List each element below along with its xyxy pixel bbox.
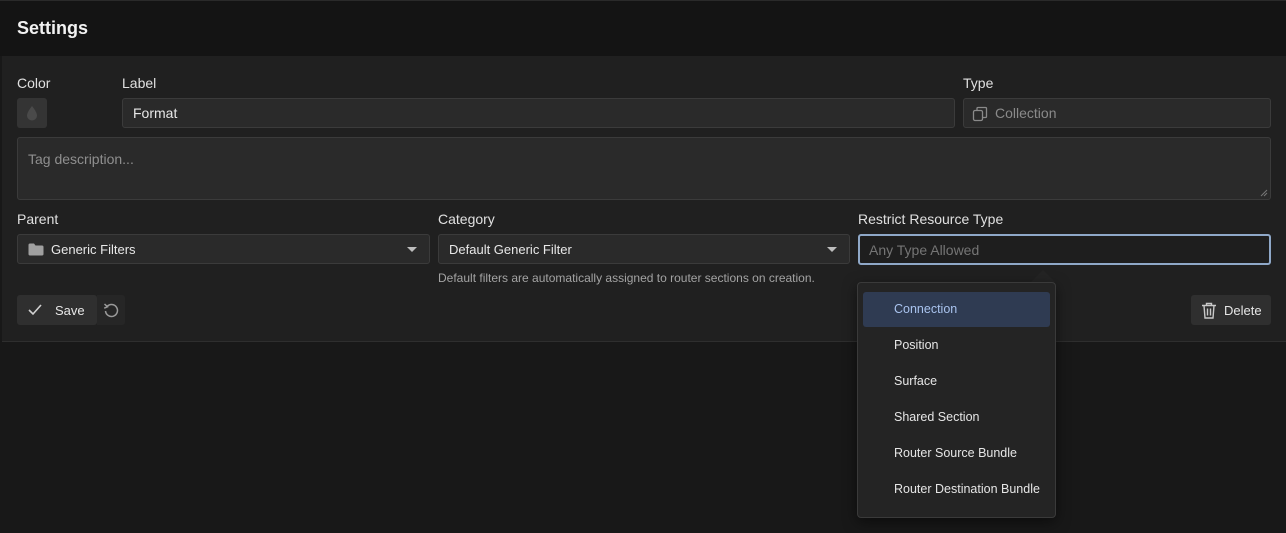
category-hint: Default filters are automatically assign… bbox=[438, 271, 815, 285]
type-label: Type bbox=[963, 75, 994, 91]
dropdown-option-surface[interactable]: Surface bbox=[863, 364, 1050, 399]
save-button[interactable]: Save bbox=[17, 295, 97, 325]
dropdown-option-router-source-bundle[interactable]: Router Source Bundle bbox=[863, 436, 1050, 471]
page-title: Settings bbox=[17, 18, 89, 38]
category-select[interactable]: Default Generic Filter bbox=[438, 234, 850, 264]
dropdown-option-shared-section[interactable]: Shared Section bbox=[863, 400, 1050, 435]
label-input[interactable]: Format bbox=[122, 98, 955, 128]
check-icon bbox=[28, 304, 42, 316]
parent-select[interactable]: Generic Filters bbox=[17, 234, 430, 264]
collection-icon bbox=[972, 106, 988, 122]
parent-value: Generic Filters bbox=[51, 242, 136, 257]
restrict-resource-type-label: Restrict Resource Type bbox=[858, 211, 1004, 227]
type-value: Collection bbox=[995, 105, 1057, 121]
resize-handle-icon[interactable] bbox=[1260, 189, 1268, 197]
dropdown-option-position[interactable]: Position bbox=[863, 328, 1050, 363]
settings-header: Settings bbox=[0, 0, 1286, 56]
reset-icon bbox=[103, 303, 119, 318]
resource-type-dropdown: Connection Position Surface Shared Secti… bbox=[857, 282, 1056, 518]
type-field: Collection bbox=[963, 98, 1271, 128]
description-placeholder: Tag description... bbox=[28, 151, 134, 167]
delete-label: Delete bbox=[1224, 303, 1262, 318]
dropdown-option-router-destination-bundle[interactable]: Router Destination Bundle bbox=[863, 472, 1050, 507]
color-swatch-button[interactable] bbox=[17, 98, 47, 128]
category-value: Default Generic Filter bbox=[449, 242, 572, 257]
dropdown-pointer bbox=[1031, 270, 1055, 282]
parent-label: Parent bbox=[17, 211, 59, 227]
save-label: Save bbox=[55, 303, 85, 318]
reset-button[interactable] bbox=[97, 295, 125, 325]
droplet-icon bbox=[27, 106, 37, 121]
trash-icon bbox=[1202, 302, 1216, 319]
chevron-down-icon bbox=[827, 247, 837, 252]
chevron-down-icon bbox=[407, 247, 417, 252]
label-label: Label bbox=[122, 75, 157, 91]
dropdown-option-connection[interactable]: Connection bbox=[863, 292, 1050, 327]
color-label: Color bbox=[17, 75, 51, 91]
restrict-resource-type-input[interactable] bbox=[858, 234, 1271, 265]
tag-description-textarea[interactable]: Tag description... bbox=[17, 137, 1271, 200]
category-label: Category bbox=[438, 211, 495, 227]
folder-icon bbox=[28, 243, 44, 256]
delete-button[interactable]: Delete bbox=[1191, 295, 1271, 325]
